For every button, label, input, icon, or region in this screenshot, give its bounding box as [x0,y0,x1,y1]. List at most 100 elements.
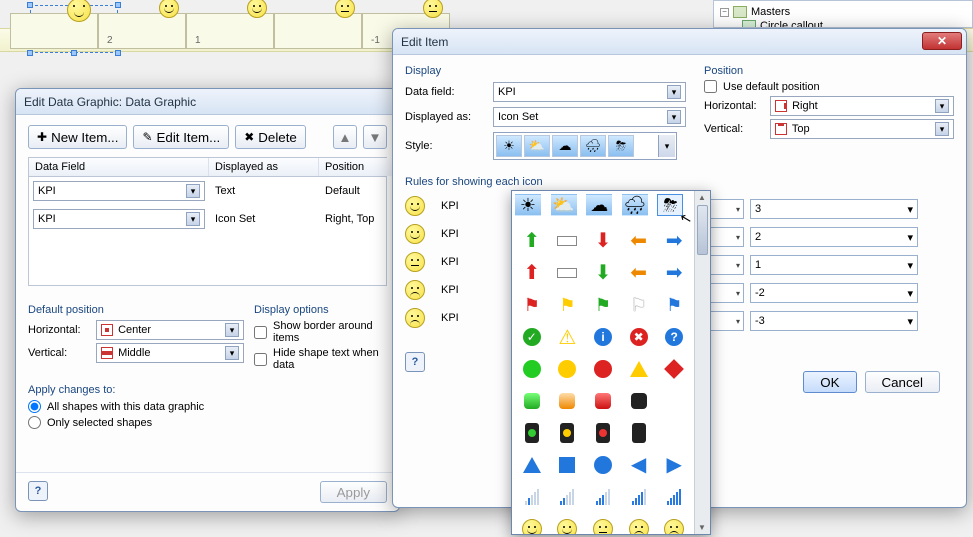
show-border-check[interactable]: Show border around items [254,320,387,344]
iconset-arrow[interactable]: ➡ [657,226,691,256]
iconset-shape[interactable] [622,354,656,384]
iconset-arrow[interactable]: ⬅ [622,226,656,256]
horizontal-select[interactable]: Right▾ [770,96,954,116]
tree-node-masters[interactable]: −Masters [720,5,966,19]
help-icon[interactable]: ? [28,481,48,501]
use-default-check[interactable]: Use default position [704,80,954,93]
value-input[interactable]: 2▾ [750,227,918,247]
iconset-traffic[interactable] [622,418,656,448]
iconset-symbol[interactable]: ✖ [622,322,656,352]
col-header[interactable]: Displayed as [209,158,319,176]
iconset-face[interactable] [551,514,585,534]
iconset-flag[interactable]: ⚑ [515,290,549,320]
datafield-select[interactable]: KPI▾ [493,82,686,102]
style-select[interactable]: ☀ ⛅ ☁ 🌧 ⛈ ▾ [493,132,677,160]
iconset-flag[interactable]: ⚑ [622,290,656,320]
iconset-bluetri[interactable] [551,450,585,480]
iconset-arrow[interactable]: ⬆ [515,258,549,288]
iconset-weather[interactable]: ☀ [515,194,541,216]
close-button[interactable]: ✕ [922,32,962,50]
iconset-bars[interactable] [657,482,691,512]
iconset-face[interactable] [586,514,620,534]
iconset-shape[interactable] [515,354,549,384]
iconset-symbol[interactable]: ⚠ [551,322,585,352]
iconset-shape[interactable] [657,354,691,384]
iconset-weather[interactable]: ⛅ [551,194,577,216]
iconset-shape[interactable] [551,354,585,384]
iconset-arrow[interactable]: ⬇ [586,226,620,256]
value-input[interactable]: -3▾ [750,311,918,331]
iconset-arrow[interactable]: ⬇ [586,258,620,288]
iconset-face[interactable] [657,514,691,534]
datafield-select[interactable]: KPI▾ [33,181,205,201]
radio-only-selected[interactable]: Only selected shapes [28,416,387,429]
iconset-bars[interactable] [586,482,620,512]
ok-button[interactable]: OK [803,371,856,393]
iconset-arrow[interactable]: ➡ [657,258,691,288]
value-input[interactable]: 3▾ [750,199,918,219]
iconset-traffic[interactable] [551,418,585,448]
iconset-symbol[interactable]: ✓ [515,322,549,352]
iconset-face[interactable] [622,514,656,534]
edit-item-button[interactable]: ✎Edit Item... [133,125,229,149]
iconset-flag[interactable]: ⚑ [586,290,620,320]
delete-button[interactable]: ✖Delete [235,125,306,149]
move-down-button[interactable]: ▼ [363,125,387,149]
iconset-flag[interactable]: ⚑ [551,290,585,320]
dialog-title[interactable]: Edit Item ✕ [393,29,966,55]
icon-picker-dropdown[interactable]: ☀⛅☁🌧⛈ ⬆⬇⬅➡ ⬆⬇⬅➡ ⚑⚑⚑⚑⚑ ✓⚠i✖? ◀▶ [511,190,711,535]
shape-cell[interactable]: 2 [98,13,186,49]
hide-shape-check[interactable]: Hide shape text when data [254,347,387,371]
iconset-arrow[interactable]: ⬆ [515,226,549,256]
cancel-button[interactable]: Cancel [865,371,941,393]
col-header[interactable]: Data Field [29,158,209,176]
shape-cell[interactable] [10,13,98,49]
iconset-bars[interactable] [515,482,549,512]
iconset-bars[interactable] [551,482,585,512]
shape-cell[interactable] [274,13,362,49]
vertical-select[interactable]: Middle▾ [96,343,244,363]
horizontal-select[interactable]: Center▾ [96,320,244,340]
dialog-title[interactable]: Edit Data Graphic: Data Graphic [16,89,399,115]
scrollbar[interactable] [694,191,710,534]
iconset-bluetri[interactable] [586,450,620,480]
iconset-light[interactable] [657,386,691,416]
displayedas-select[interactable]: Icon Set▾ [493,107,686,127]
iconset-weather[interactable]: 🌧 [622,194,648,216]
iconset-traffic[interactable] [515,418,549,448]
scrollbar-thumb[interactable] [697,205,708,255]
iconset-face[interactable] [515,514,549,534]
iconset-bluetri[interactable]: ◀ [622,450,656,480]
value-input[interactable]: 1▾ [750,255,918,275]
iconset-symbol[interactable]: ? [657,322,691,352]
shape-cell[interactable]: 1 [186,13,274,49]
iconset-weather[interactable]: ☁ [586,194,612,216]
iconset-bars[interactable] [622,482,656,512]
iconset-shape[interactable] [586,354,620,384]
new-item-button[interactable]: ✚New Item... [28,125,127,149]
iconset-bluetri[interactable] [515,450,549,480]
datafield-select[interactable]: KPI▾ [33,209,205,229]
iconset-light[interactable] [586,386,620,416]
help-icon[interactable]: ? [405,352,425,372]
iconset-light[interactable] [622,386,656,416]
grid-row[interactable]: KPI▾ Text Default [29,177,386,205]
col-header[interactable]: Position [319,158,399,176]
chevron-down-icon[interactable]: ▾ [658,135,675,157]
grid-row[interactable]: KPI▾ Icon Set Right, Top [29,205,386,233]
expand-icon[interactable]: − [720,8,729,17]
value-input[interactable]: -2▾ [750,283,918,303]
iconset-traffic[interactable] [657,418,691,448]
apply-button[interactable]: Apply [320,481,387,503]
tree-node-child[interactable]: Circle callout [742,19,966,28]
iconset-flag[interactable]: ⚑ [657,290,691,320]
iconset-arrow[interactable] [551,226,585,256]
radio-all-shapes[interactable]: All shapes with this data graphic [28,400,387,413]
vertical-select[interactable]: Top▾ [770,119,954,139]
iconset-arrow[interactable] [551,258,585,288]
iconset-bluetri[interactable]: ▶ [657,450,691,480]
iconset-light[interactable] [515,386,549,416]
move-up-button[interactable]: ▲ [333,125,357,149]
iconset-light[interactable] [551,386,585,416]
iconset-arrow[interactable]: ⬅ [622,258,656,288]
